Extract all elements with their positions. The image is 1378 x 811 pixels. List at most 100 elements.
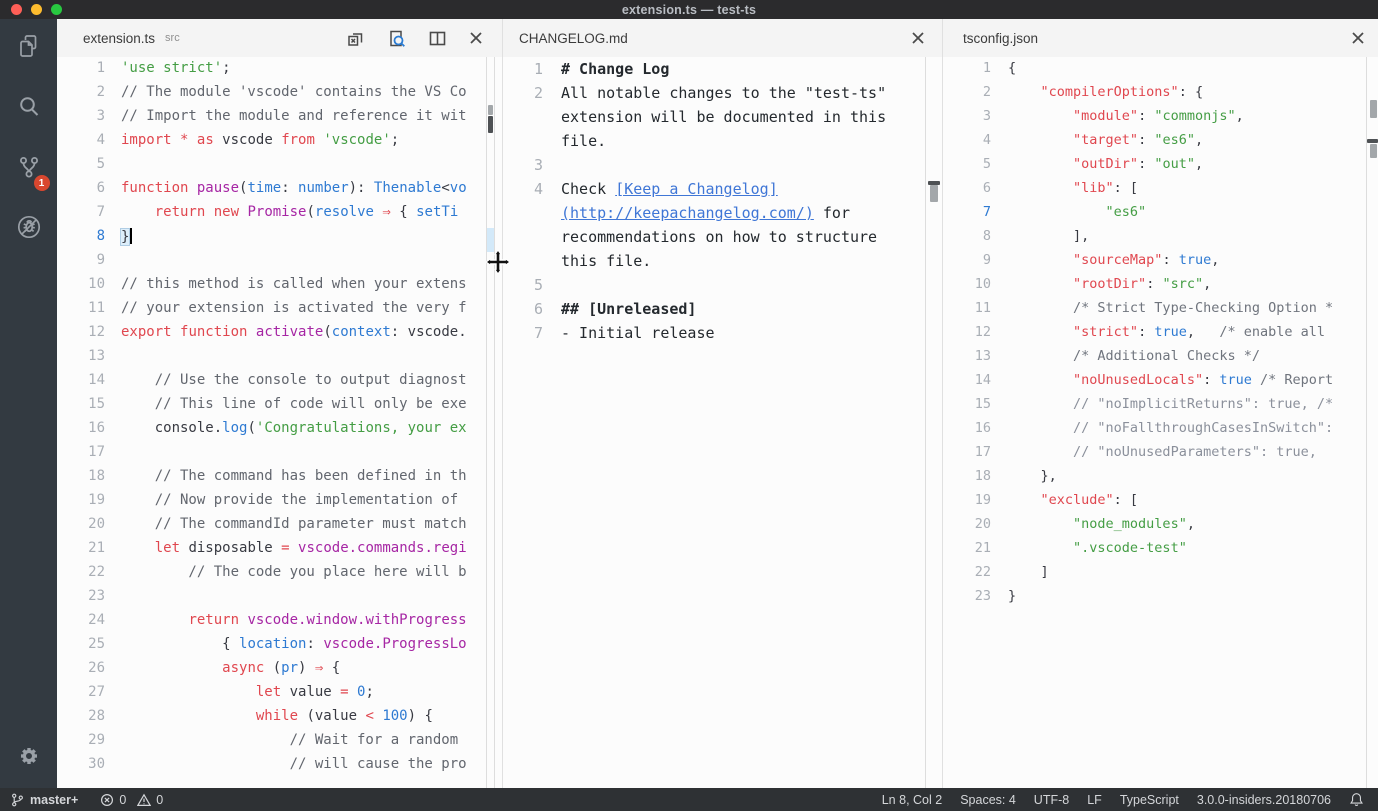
code-line[interactable]: 17 — [57, 444, 502, 468]
open-preview-icon[interactable] — [386, 28, 407, 49]
code-line[interactable]: 17 // "noUnusedParameters": true, — [943, 444, 1378, 468]
code-line[interactable]: 18 }, — [943, 468, 1378, 492]
split-editor-icon[interactable] — [427, 28, 448, 49]
code-line[interactable]: 29 // Wait for a random — [57, 732, 502, 756]
code-line[interactable]: 3 — [503, 156, 942, 180]
code-line[interactable]: 11 /* Strict Type-Checking Option * — [943, 300, 1378, 324]
language-mode-status[interactable]: TypeScript — [1120, 793, 1179, 807]
code-line[interactable]: 8} — [57, 228, 502, 252]
close-window-button[interactable] — [11, 4, 22, 15]
code-line[interactable]: 3 "module": "commonjs", — [943, 108, 1378, 132]
code-line[interactable]: 4Check [Keep a Changelog] — [503, 180, 942, 204]
code-line[interactable]: extension will be documented in this — [503, 108, 942, 132]
code-area[interactable]: 1# Change Log2All notable changes to the… — [503, 60, 942, 348]
code-line[interactable]: recommendations on how to structure — [503, 228, 942, 252]
code-line[interactable]: 5 "outDir": "out", — [943, 156, 1378, 180]
code-line[interactable]: 5 — [503, 276, 942, 300]
close-editor-icon[interactable] — [1350, 30, 1366, 46]
code-line[interactable]: 20 "node_modules", — [943, 516, 1378, 540]
code-line[interactable]: 16 console.log('Congratulations, your ex — [57, 420, 502, 444]
code-line[interactable]: 6function pause(time: number): Thenable<… — [57, 180, 502, 204]
code-line[interactable]: 22 ] — [943, 564, 1378, 588]
code-line[interactable]: this file. — [503, 252, 942, 276]
file-title[interactable]: extension.ts — [83, 31, 155, 46]
code-line[interactable]: 21 ".vscode-test" — [943, 540, 1378, 564]
scrollbar[interactable] — [486, 57, 495, 788]
code-line[interactable]: 19 "exclude": [ — [943, 492, 1378, 516]
code-line[interactable]: 7 "es6" — [943, 204, 1378, 228]
code-line[interactable]: 23 — [57, 588, 502, 612]
scrollbar-thumb[interactable] — [488, 105, 493, 115]
scrollbar-thumb[interactable] — [1370, 100, 1377, 118]
code-area[interactable]: 1{2 "compilerOptions": {3 "module": "com… — [943, 60, 1378, 612]
code-line[interactable]: 2All notable changes to the "test-ts" — [503, 84, 942, 108]
code-line[interactable]: 19 // Now provide the implementation of — [57, 492, 502, 516]
cursor-position-status[interactable]: Ln 8, Col 2 — [882, 793, 942, 807]
code-line[interactable]: 13 /* Additional Checks */ — [943, 348, 1378, 372]
code-line[interactable]: 10 "rootDir": "src", — [943, 276, 1378, 300]
code-line[interactable]: 20 // The commandId parameter must match — [57, 516, 502, 540]
close-editor-icon[interactable] — [468, 30, 484, 46]
version-status[interactable]: 3.0.0-insiders.20180706 — [1197, 793, 1331, 807]
code-line[interactable]: 5 — [57, 156, 502, 180]
minimize-window-button[interactable] — [31, 4, 42, 15]
code-line[interactable]: 4import * as vscode from 'vscode'; — [57, 132, 502, 156]
code-line[interactable]: 23} — [943, 588, 1378, 612]
code-line[interactable]: 2// The module 'vscode' contains the VS … — [57, 84, 502, 108]
scrollbar-thumb[interactable] — [488, 116, 493, 133]
encoding-status[interactable]: UTF-8 — [1034, 793, 1069, 807]
code-line[interactable]: 14 // Use the console to output diagnost — [57, 372, 502, 396]
source-control-icon[interactable]: 1 — [15, 153, 43, 186]
code-line[interactable]: (http://keepachangelog.com/) for — [503, 204, 942, 228]
code-line[interactable]: 11// your extension is activated the ver… — [57, 300, 502, 324]
scrollbar[interactable] — [1366, 57, 1378, 788]
code-line[interactable]: 3// Import the module and reference it w… — [57, 108, 502, 132]
scrollbar-thumb[interactable] — [1370, 144, 1377, 158]
code-line[interactable]: 10// this method is called when your ext… — [57, 276, 502, 300]
code-line[interactable]: 2 "compilerOptions": { — [943, 84, 1378, 108]
problems-status[interactable]: 0 0 — [100, 793, 163, 807]
code-line[interactable]: 30 // will cause the pro — [57, 756, 502, 780]
zoom-window-button[interactable] — [51, 4, 62, 15]
code-line[interactable]: 8 ], — [943, 228, 1378, 252]
code-line[interactable]: 12export function activate(context: vsco… — [57, 324, 502, 348]
code-line[interactable]: 1{ — [943, 60, 1378, 84]
code-line[interactable]: 15 // This line of code will only be exe — [57, 396, 502, 420]
code-line[interactable]: 14 "noUnusedLocals": true /* Report — [943, 372, 1378, 396]
open-changes-icon[interactable] — [345, 28, 366, 49]
debug-icon[interactable] — [15, 213, 43, 246]
code-line[interactable]: 22 // The code you place here will b — [57, 564, 502, 588]
explorer-icon[interactable] — [15, 33, 43, 66]
close-editor-icon[interactable] — [910, 30, 926, 46]
code-line[interactable]: 13 — [57, 348, 502, 372]
settings-gear-icon[interactable] — [16, 743, 42, 774]
code-line[interactable]: 15 // "noImplicitReturns": true, /* — [943, 396, 1378, 420]
scrollbar[interactable] — [925, 57, 942, 788]
code-line[interactable]: 4 "target": "es6", — [943, 132, 1378, 156]
eol-status[interactable]: LF — [1087, 793, 1102, 807]
code-line[interactable]: 9 "sourceMap": true, — [943, 252, 1378, 276]
search-icon[interactable] — [15, 93, 43, 126]
code-line[interactable]: 18 // The command has been defined in th — [57, 468, 502, 492]
code-line[interactable]: 21 let disposable = vscode.commands.regi — [57, 540, 502, 564]
scrollbar-thumb[interactable] — [930, 185, 938, 202]
code-line[interactable]: 27 let value = 0; — [57, 684, 502, 708]
code-line[interactable]: 6## [Unreleased] — [503, 300, 942, 324]
code-line[interactable]: 25 { location: vscode.ProgressLo — [57, 636, 502, 660]
file-title[interactable]: tsconfig.json — [963, 31, 1038, 46]
code-line[interactable]: 16 // "noFallthroughCasesInSwitch": — [943, 420, 1378, 444]
code-line[interactable]: 24 return vscode.window.withProgress — [57, 612, 502, 636]
scrollbar-thumb[interactable] — [1367, 139, 1378, 143]
code-line[interactable]: 12 "strict": true, /* enable all — [943, 324, 1378, 348]
code-line[interactable]: 1# Change Log — [503, 60, 942, 84]
git-branch-status[interactable]: master+ — [10, 792, 78, 808]
code-line[interactable]: 1'use strict'; — [57, 60, 502, 84]
code-line[interactable]: 28 while (value < 100) { — [57, 708, 502, 732]
code-area[interactable]: 1'use strict';2// The module 'vscode' co… — [57, 60, 502, 780]
code-line[interactable]: 7 return new Promise(resolve ⇒ { setTi — [57, 204, 502, 228]
code-line[interactable]: 26 async (pr) ⇒ { — [57, 660, 502, 684]
code-line[interactable]: 9 — [57, 252, 502, 276]
code-line[interactable]: 6 "lib": [ — [943, 180, 1378, 204]
code-line[interactable]: 7- Initial release — [503, 324, 942, 348]
indentation-status[interactable]: Spaces: 4 — [960, 793, 1016, 807]
